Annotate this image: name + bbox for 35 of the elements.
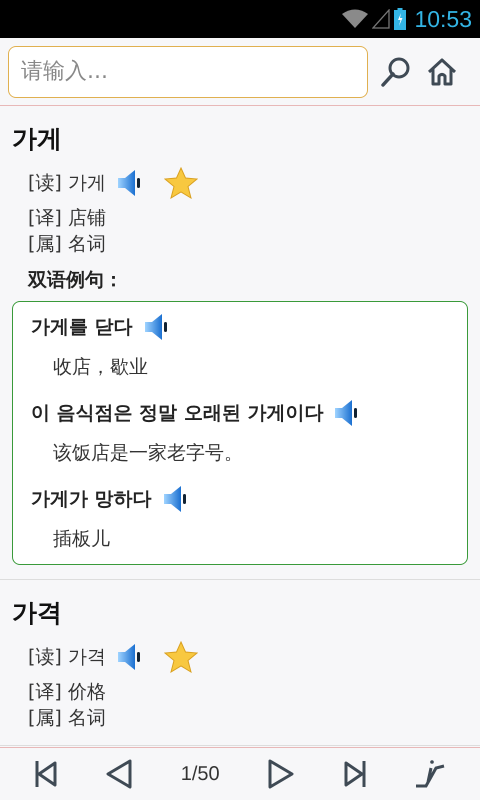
entry-word: 가격 <box>12 597 63 629</box>
battery-icon <box>394 8 406 30</box>
previous-icon[interactable] <box>105 758 134 790</box>
part-of-speech-text: [属] 名词 <box>28 706 107 731</box>
reading-text: [读] 가게 <box>28 171 106 196</box>
examples-heading: 双语例句： <box>28 268 124 293</box>
star-icon[interactable] <box>164 641 198 673</box>
speaker-icon[interactable] <box>162 484 188 514</box>
part-of-speech-text: [属] 名词 <box>28 232 107 257</box>
last-page-icon[interactable] <box>342 758 367 790</box>
example-sentence: 가게가 망하다 <box>31 487 152 512</box>
jump-icon[interactable] <box>414 758 446 790</box>
translation-text: [译] 价格 <box>28 680 107 705</box>
translation-text: [译] 店铺 <box>28 206 107 231</box>
example-translation: 该饭店是一家老字号。 <box>53 441 244 466</box>
speaker-icon[interactable] <box>116 168 142 198</box>
signal-icon <box>372 9 390 29</box>
next-icon[interactable] <box>267 758 296 790</box>
first-page-icon[interactable] <box>34 758 58 790</box>
example-sentence: 이 음식점은 정말 오래된 가게이다 <box>31 401 324 426</box>
entry-word: 가게 <box>12 123 63 155</box>
speaker-icon[interactable] <box>142 312 169 342</box>
page-indicator: 1/50 <box>180 762 220 786</box>
speaker-icon[interactable] <box>116 642 142 672</box>
star-icon[interactable] <box>164 167 198 199</box>
clock-time: 10:53 <box>414 6 472 32</box>
wifi-icon <box>342 9 368 29</box>
example-translation: 收店，歇业 <box>53 355 149 380</box>
example-sentence: 가게를 닫다 <box>31 315 133 340</box>
home-icon[interactable] <box>426 56 458 88</box>
reading-text: [读] 가격 <box>28 645 106 670</box>
search-icon[interactable] <box>380 56 412 88</box>
example-translation: 插板儿 <box>53 527 111 552</box>
speaker-icon[interactable] <box>333 398 360 428</box>
search-field[interactable]: 请输入... <box>8 46 368 98</box>
